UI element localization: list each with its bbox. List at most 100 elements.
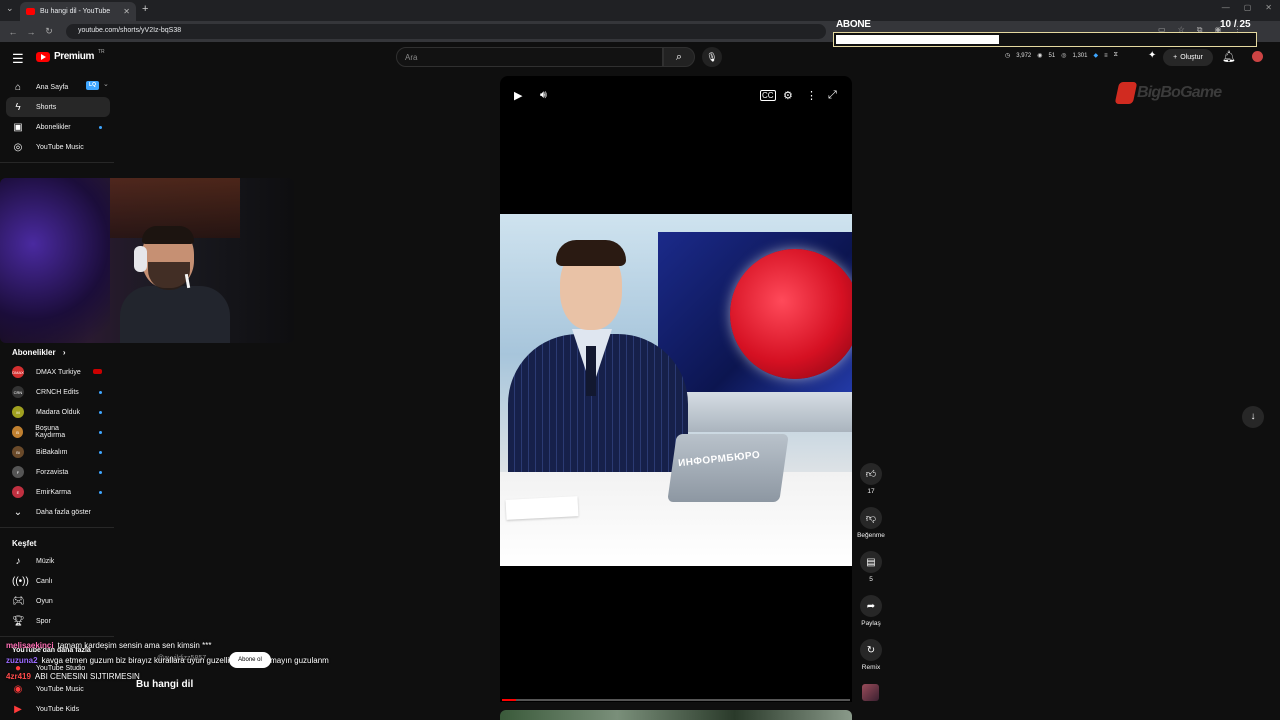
browser-tab-bar [0,0,1280,21]
ext-list-icon[interactable]: ≡ [1104,53,1108,59]
show-more-button[interactable]: ⌄ Daha fazla göster [6,502,110,522]
chevron-down-icon[interactable]: ⌄ [103,80,109,88]
reload-icon[interactable]: ↻ [44,26,54,37]
subscription-item[interactable]: B Boşuna Kaydırma [6,422,110,442]
minimize-icon[interactable]: — [1222,3,1230,12]
account-avatar[interactable] [1252,51,1263,62]
search-button[interactable]: ⌕ [663,47,695,67]
remix-icon: ↻ [860,639,882,661]
dislike-label: Beğenme [857,532,885,539]
like-button[interactable]: 👍︎ 17 [856,463,886,495]
dislike-button[interactable]: 👎︎ Beğenme [856,507,886,539]
volume-icon[interactable]: 🔊︎ [540,89,547,102]
sidebar-item-subscriptions[interactable]: ▣ Abonelikler [6,117,110,137]
next-short-preview[interactable] [500,710,852,720]
new-content-dot [99,430,102,434]
youtube-premium-logo[interactable]: Premium TR [36,49,105,62]
tab-title: Bu hangi dil - YouTube [40,8,111,15]
lq-badge[interactable]: LQ [86,81,99,90]
sidebar-item-youtube-music[interactable]: ◎ YouTube Music [6,137,110,157]
new-tab-button[interactable]: + [142,3,148,15]
close-window-icon[interactable]: ✕ [1265,3,1272,12]
stat-icon: ◉ [1037,53,1043,59]
channel-avatar: E [12,486,24,498]
subscriptions-icon: ▣ [13,121,23,133]
mic-icon: 🎙︎ [706,52,718,62]
video-progress-fill [502,699,516,701]
search-input[interactable]: Ara [396,47,663,67]
new-content-dot [99,490,102,494]
stat-icon: ◷ [1005,53,1011,59]
youtube-kids-icon: ▶ [14,703,22,715]
channel-avatar: CRN [12,386,24,398]
subscription-item[interactable]: CRN CRNCH Edits [6,382,110,402]
channel-avatar: DMAX [12,366,24,378]
sidebar-item-sports[interactable]: 🏆︎ Spor [6,611,110,631]
live-indicator [93,369,102,374]
sidebar-divider [0,527,114,528]
comment-icon: ▤ [860,551,882,573]
play-icon[interactable]: ▶ [514,89,522,102]
maximize-icon[interactable]: ▢ [1244,3,1252,12]
notifications-bell-icon[interactable]: 🔔︎ [1222,50,1236,63]
sidebar-item-label: YouTube Studio [36,664,86,672]
captions-icon[interactable]: CC [760,90,776,101]
music-icon: ◎ [13,141,23,153]
comments-button[interactable]: ▤ 5 [856,551,886,583]
close-tab-icon[interactable]: ✕ [123,7,130,16]
sidebar-item-label: Spor [36,617,51,625]
ext-badge-icon[interactable]: ◆ [1093,52,1098,59]
sidebar-item-youtube-music-2[interactable]: ◉ YouTube Music [6,679,110,699]
boost-icon[interactable]: ✦ [1148,50,1156,61]
video-progress-bar[interactable] [502,699,850,701]
share-button[interactable]: ➦ Paylaş [856,595,886,627]
back-icon[interactable]: ← [8,27,18,37]
channel-avatar: Bi [12,446,24,458]
tab-search-icon[interactable]: ⌄ [6,3,14,14]
new-content-dot [99,410,102,414]
subscription-item[interactable]: Bi BiBakalım [6,442,110,462]
arrow-down-icon: ↓ [1250,411,1256,422]
shorts-icon: ϟ [15,101,21,113]
sidebar-item-gaming[interactable]: 🎮︎ Oyun [6,591,110,611]
chat-text: kavga etmen guzum biz birayız kurallara … [41,656,329,665]
sidebar-item-shorts[interactable]: ϟ Shorts [6,97,110,117]
voice-search-button[interactable]: 🎙︎ [702,47,722,67]
subscription-item[interactable]: F Forzavista [6,462,110,482]
remix-label: Remix [861,664,881,671]
browser-tab[interactable]: Bu hangi dil - YouTube ✕ [20,2,136,21]
next-video-button[interactable]: ↓ [1242,406,1264,428]
sidebar-item-live[interactable]: ((•)) Canlı [6,571,110,591]
chat-message: 4zr419 ABI CENESINI SIJTIRMESIN [6,672,140,681]
sidebar-item-music[interactable]: ♪ Müzik [6,551,110,571]
channel-avatar: B [12,426,24,438]
create-button[interactable]: + Oluştur [1163,49,1213,66]
live-icon: ((•)) [12,575,29,587]
sub-goal-count: 10 / 25 [1220,19,1251,30]
sidebar-item-label: Oyun [36,597,53,605]
subscriptions-section-title[interactable]: Abonelikler › [12,348,65,357]
ext-filter-icon[interactable]: ⧖ [1114,52,1118,59]
streamer-figure [120,226,230,343]
audio-source-thumbnail[interactable] [862,684,879,701]
more-options-icon[interactable]: ⋮ [806,89,817,102]
shorts-player[interactable]: ▶ 🔊︎ CC ⚙ ⋮ ⤢ ИНФОРМБЮРО [500,76,852,702]
sponsor-logo: BigBoGame [1114,82,1222,104]
subscription-item[interactable]: M Madara Olduk [6,402,110,422]
new-content-dot [99,450,102,454]
music-note-icon: ♪ [15,555,21,567]
remix-button[interactable]: ↻ Remix [856,639,886,671]
plus-icon: + [1173,54,1178,61]
forward-icon[interactable]: → [26,27,36,37]
settings-gear-icon[interactable]: ⚙ [783,89,793,102]
youtube-logo-icon [36,51,50,62]
headphones-icon [134,246,147,272]
window-controls: — ▢ ✕ [1222,3,1272,12]
subscribe-pill[interactable]: Abone ol [229,652,271,668]
subscription-item[interactable]: E EmirKarma [6,482,110,502]
subscription-label: Madara Olduk [36,408,80,416]
menu-icon[interactable]: ☰ [12,51,24,67]
url-field[interactable]: youtube.com/shorts/yV2Iz-bqS38 [66,24,826,39]
sidebar-item-youtube-kids[interactable]: ▶ YouTube Kids [6,699,110,719]
fullscreen-icon[interactable]: ⤢ [828,89,837,102]
